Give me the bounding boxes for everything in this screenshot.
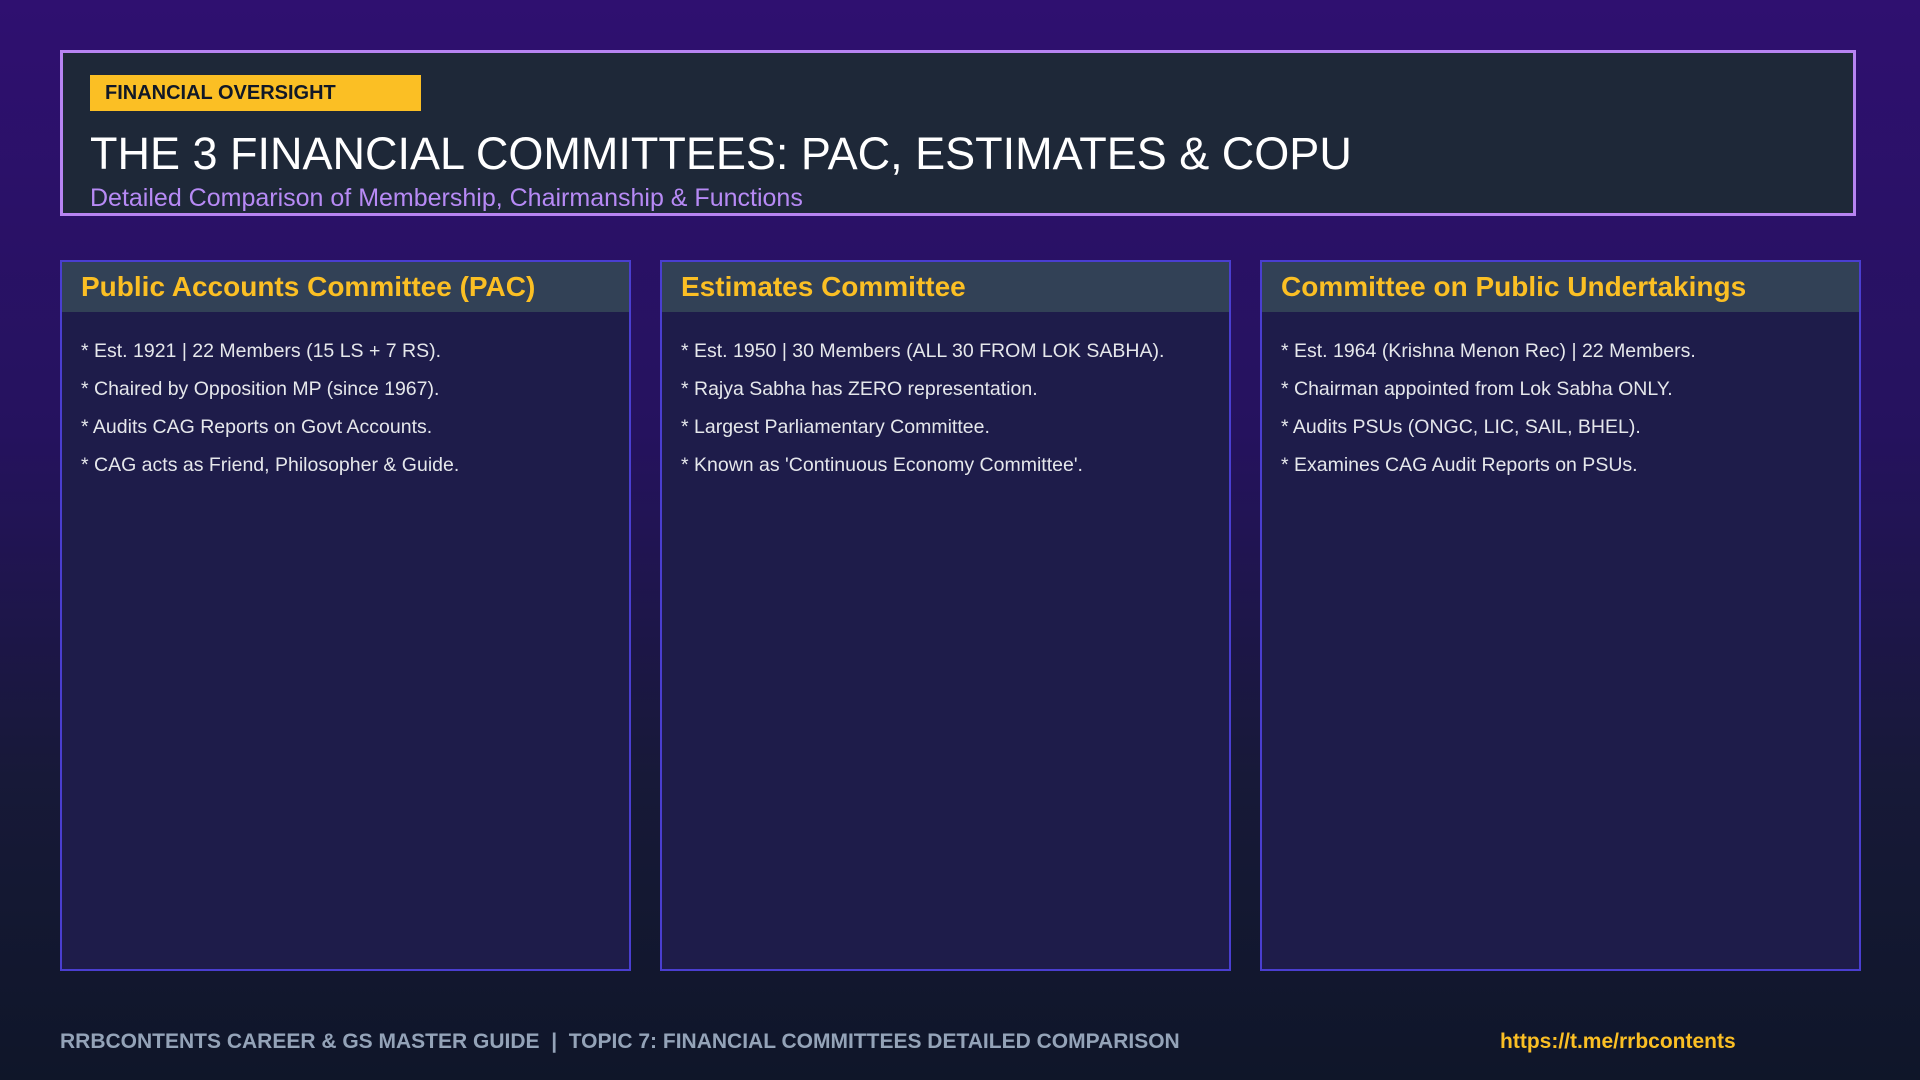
- card-points: * Est. 1921 | 22 Members (15 LS + 7 RS).…: [62, 312, 629, 484]
- page-title: THE 3 FINANCIAL COMMITTEES: PAC, ESTIMAT…: [90, 128, 1352, 179]
- header-panel: FINANCIAL OVERSIGHT THE 3 FINANCIAL COMM…: [60, 50, 1856, 216]
- card-point: * Known as 'Continuous Economy Committee…: [681, 454, 1083, 476]
- card-point: * Largest Parliamentary Committee.: [681, 416, 990, 438]
- card-point: * Est. 1950 | 30 Members (ALL 30 FROM LO…: [681, 340, 1165, 362]
- card-point: * Examines CAG Audit Reports on PSUs.: [1281, 454, 1638, 476]
- footer-caption: RRBCONTENTS CAREER & GS MASTER GUIDE | T…: [60, 1030, 1180, 1053]
- card-title: Public Accounts Committee (PAC): [62, 262, 629, 312]
- card-point: * Audits PSUs (ONGC, LIC, SAIL, BHEL).: [1281, 416, 1641, 438]
- category-badge: FINANCIAL OVERSIGHT: [90, 75, 421, 111]
- card-title: Estimates Committee: [662, 262, 1229, 312]
- telegram-link[interactable]: https://t.me/rrbcontents: [1500, 1030, 1736, 1054]
- card-point: * Rajya Sabha has ZERO representation.: [681, 378, 1038, 400]
- card-points: * Est. 1964 (Krishna Menon Rec) | 22 Mem…: [1262, 312, 1859, 484]
- card-title: Committee on Public Undertakings: [1262, 262, 1859, 312]
- card-points: * Est. 1950 | 30 Members (ALL 30 FROM LO…: [662, 312, 1229, 484]
- card-point: * Chairman appointed from Lok Sabha ONLY…: [1281, 378, 1673, 400]
- copu-card: Committee on Public Undertakings * Est. …: [1260, 260, 1861, 971]
- card-point: * Est. 1921 | 22 Members (15 LS + 7 RS).: [81, 340, 442, 362]
- card-point: * Est. 1964 (Krishna Menon Rec) | 22 Mem…: [1281, 340, 1696, 362]
- card-point: * Chaired by Opposition MP (since 1967).: [81, 378, 440, 400]
- card-point: * Audits CAG Reports on Govt Accounts.: [81, 416, 433, 438]
- card-point: * CAG acts as Friend, Philosopher & Guid…: [81, 454, 460, 476]
- page-subtitle: Detailed Comparison of Membership, Chair…: [90, 184, 803, 212]
- pac-card: Public Accounts Committee (PAC) * Est. 1…: [60, 260, 631, 971]
- estimates-card: Estimates Committee * Est. 1950 | 30 Mem…: [660, 260, 1231, 971]
